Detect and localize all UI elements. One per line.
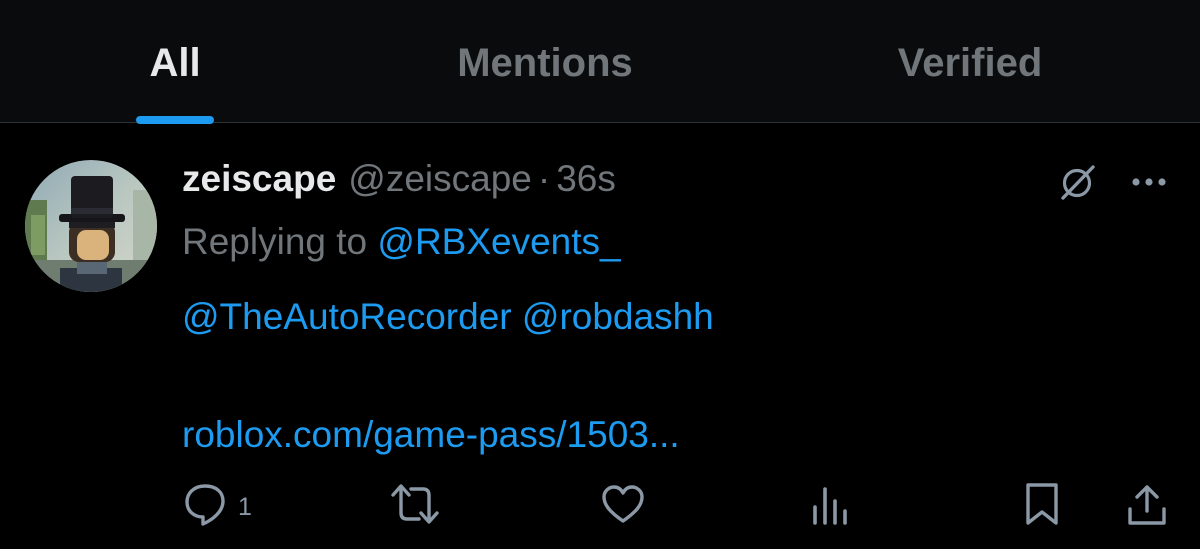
- user-handle[interactable]: @zeiscape: [348, 158, 532, 200]
- grok-icon[interactable]: [1058, 162, 1098, 202]
- tweet-mentions: @TheAutoRecorder @robdashh: [182, 296, 714, 338]
- retweet-icon: [389, 481, 441, 527]
- tweet-url: roblox.com/game-pass/1503...: [182, 414, 680, 456]
- display-name[interactable]: zeiscape: [182, 158, 336, 200]
- tab-mentions-label: Mentions: [457, 40, 633, 85]
- views-icon: [808, 481, 854, 527]
- avatar[interactable]: [25, 160, 157, 292]
- notifications-tabs: All Mentions Verified: [0, 0, 1200, 124]
- tab-verified-label: Verified: [897, 40, 1043, 85]
- separator-dot: ·: [537, 158, 551, 199]
- replying-to: Replying to @RBXevents_: [182, 221, 621, 263]
- tab-all[interactable]: All: [100, 0, 250, 122]
- reply-count: 1: [238, 492, 252, 521]
- active-tab-indicator: [136, 116, 214, 124]
- replying-to-link[interactable]: @RBXevents_: [377, 221, 620, 262]
- views-button[interactable]: [808, 478, 854, 530]
- reply-button[interactable]: 1: [182, 478, 252, 530]
- tweet-header: zeiscape @zeiscape · 36s: [182, 158, 616, 202]
- bookmark-icon: [1020, 481, 1064, 527]
- bookmark-button[interactable]: [1020, 478, 1064, 530]
- like-button[interactable]: [600, 478, 646, 530]
- tab-mentions[interactable]: Mentions: [420, 0, 670, 122]
- tweet[interactable]: zeiscape @zeiscape · 36s Replying to @RB…: [0, 124, 1200, 549]
- retweet-button[interactable]: [389, 478, 441, 530]
- mention-link[interactable]: @TheAutoRecorder: [182, 296, 512, 337]
- replying-prefix: Replying to: [182, 221, 378, 262]
- mention-link[interactable]: @robdashh: [522, 296, 714, 337]
- tab-all-label: All: [149, 40, 201, 85]
- reply-icon: [182, 481, 228, 527]
- share-icon: [1124, 481, 1170, 527]
- more-options-icon[interactable]: [1128, 168, 1170, 196]
- timestamp[interactable]: 36s: [556, 158, 616, 200]
- tab-verified[interactable]: Verified: [850, 0, 1090, 122]
- share-button[interactable]: [1124, 478, 1170, 530]
- game-pass-link[interactable]: roblox.com/game-pass/1503...: [182, 414, 680, 455]
- like-icon: [600, 481, 646, 527]
